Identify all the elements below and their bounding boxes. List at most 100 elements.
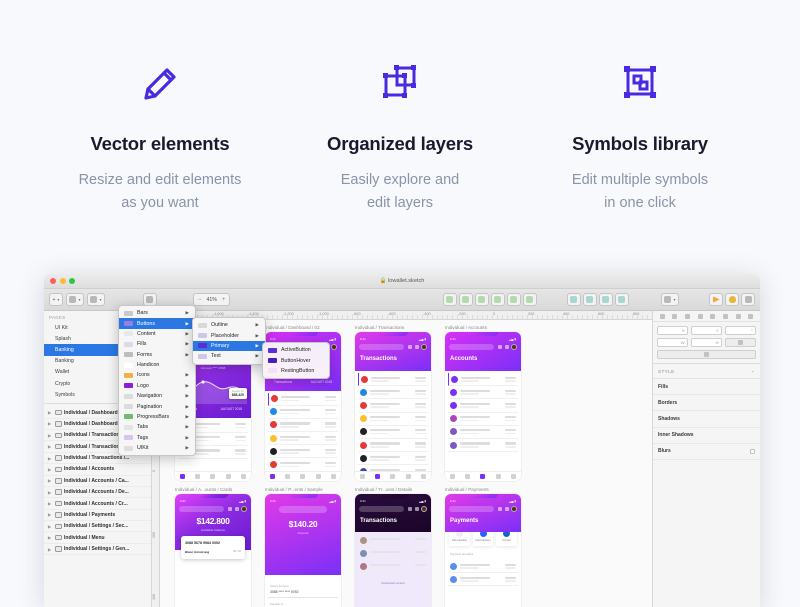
width-field[interactable]: W [657, 338, 688, 347]
distribute-vertical-icon[interactable] [748, 314, 753, 319]
menu-item-content[interactable]: Content▶ [119, 329, 195, 339]
disclosure-triangle-icon[interactable]: ▶ [48, 421, 52, 426]
menu-item-tabs[interactable]: Tabs▶ [119, 422, 195, 432]
list-item[interactable] [448, 373, 518, 386]
submenu-item-outline[interactable]: Outline▶ [193, 320, 265, 330]
menu-item-forms[interactable]: Forms▶ [119, 350, 195, 360]
tab-cards-icon[interactable] [390, 474, 395, 479]
avatar[interactable] [331, 344, 337, 350]
artboard-label[interactable]: Individual / Transactions [355, 325, 431, 330]
list-item[interactable] [268, 419, 338, 432]
list-item[interactable] [268, 432, 338, 445]
artboard-phone[interactable]: 9:41▂▄ ▮$142.800Available balance3088 56… [175, 494, 251, 607]
avatar[interactable] [511, 506, 517, 512]
rotation-field[interactable]: ° [725, 326, 756, 335]
union-button[interactable] [443, 293, 457, 306]
settings-button[interactable]: ▾ [87, 293, 105, 306]
list-item[interactable] [448, 413, 518, 426]
artboard-phone[interactable]: 9:41▂▄ ▮$140.20AmountSelect account3088 … [265, 494, 341, 607]
list-item[interactable] [268, 445, 338, 458]
list-item[interactable] [448, 573, 518, 586]
list-item[interactable] [358, 534, 428, 547]
layer-item[interactable]: ▶Individual / Accounts / Cr... [44, 498, 151, 509]
style-section-header[interactable]: STYLE ⌄ [653, 364, 760, 379]
section-action[interactable]: AUGUST 2018 [221, 407, 242, 411]
disclosure-triangle-icon[interactable]: ▶ [48, 433, 52, 438]
payment-type-pill[interactable] [279, 506, 327, 513]
insert-button[interactable]: +▾ [49, 293, 63, 306]
menu-item-navigation[interactable]: Navigation▶ [119, 391, 195, 401]
menu-item-fills[interactable]: Fills▶ [119, 339, 195, 349]
list-item[interactable] [448, 560, 518, 573]
submenu-item-text[interactable]: Text▶ [193, 351, 265, 361]
avatar[interactable] [421, 506, 427, 512]
layer-item[interactable]: ▶Individual / Settings / Sec... [44, 521, 151, 532]
align-left-icon[interactable] [660, 314, 665, 319]
list-item[interactable] [268, 458, 338, 471]
context-menu-level-3[interactable]: ActiveButtonButtonHoverRestingButton [262, 342, 330, 379]
layer-item[interactable]: ▶Individual / Payments [44, 510, 151, 521]
inspector-item-blurs[interactable]: Blurs [653, 444, 760, 460]
edit-button[interactable] [523, 293, 537, 306]
layer-item[interactable]: ▶Individual / Settings / Gen... [44, 544, 151, 555]
disclosure-triangle-icon[interactable]: ▶ [48, 524, 52, 529]
tab-cards-icon[interactable] [210, 474, 215, 479]
list-item[interactable] [358, 386, 428, 399]
tab-home-icon[interactable] [450, 474, 455, 479]
list-item[interactable] [268, 406, 338, 419]
ungroup-button[interactable] [583, 293, 597, 306]
artboard-label[interactable]: Individual / Accounts [445, 325, 521, 330]
cloud-button[interactable] [725, 293, 739, 306]
submenu-item-primary[interactable]: Primary▶ [193, 341, 265, 351]
disclosure-triangle-icon[interactable]: ▶ [48, 456, 52, 461]
list-item[interactable] [358, 413, 428, 426]
mask-button[interactable] [507, 293, 521, 306]
tab-home-icon[interactable] [270, 474, 275, 479]
search-input[interactable] [359, 344, 404, 350]
disclosure-triangle-icon[interactable]: ▶ [48, 490, 52, 495]
tab-more-icon[interactable] [421, 474, 426, 479]
difference-button[interactable] [491, 293, 505, 306]
flip-button[interactable] [657, 350, 756, 359]
disclosure-triangle-icon[interactable]: ▶ [48, 501, 52, 506]
tab-home-icon[interactable] [180, 474, 185, 479]
inspector-item-fills[interactable]: Fills [653, 379, 760, 395]
tab-bar[interactable] [445, 471, 521, 481]
tab-more-icon[interactable] [241, 474, 246, 479]
artboard-label[interactable]: Individual / P...ents / Sample [265, 487, 341, 492]
bell-icon[interactable] [408, 345, 412, 349]
artboard[interactable]: Individual / A...ounts / Cards 9:41▂▄ ▮$1… [175, 487, 251, 607]
y-field[interactable]: Y [691, 326, 722, 335]
tab-stats-icon[interactable] [316, 474, 321, 479]
layer-item[interactable]: ▶Individual / Accounts [44, 464, 151, 475]
inspector-item-inner-shadows[interactable]: Inner Shadows [653, 428, 760, 444]
symbol-item-buttonhover[interactable]: ButtonHover [263, 355, 329, 365]
lock-aspect-button[interactable] [725, 338, 756, 347]
layer-item[interactable]: ▶Individual / Accounts / Ca... [44, 476, 151, 487]
align-bottom-icon[interactable] [736, 314, 741, 319]
disclosure-triangle-icon[interactable]: ▶ [48, 444, 52, 449]
artboard-phone[interactable]: 9:41▂▄ ▮Transactions [355, 332, 431, 481]
disclosure-triangle-icon[interactable]: ▶ [48, 512, 52, 517]
submenu-item-placeholder[interactable]: Placeholder▶ [193, 330, 265, 340]
distribute-horizontal-icon[interactable] [698, 314, 703, 319]
artboard-label[interactable]: Individual / A...ounts / Cards [175, 487, 251, 492]
artboard-phone[interactable]: 9:41▂▄ ▮PaymentsOwn transfersCard transf… [445, 494, 521, 607]
tab-transfer-icon[interactable] [285, 474, 290, 479]
avatar[interactable] [241, 506, 247, 512]
zoom-in-button[interactable]: + [222, 297, 226, 303]
artboard-label[interactable]: Individual / Tr...ions / Details [355, 487, 431, 492]
align-top-icon[interactable] [710, 314, 715, 319]
checkbox[interactable] [750, 449, 755, 454]
disclosure-triangle-icon[interactable]: ▶ [48, 410, 52, 415]
search-input[interactable] [449, 506, 494, 512]
disclosure-triangle-icon[interactable]: ▶ [48, 478, 52, 483]
bell-icon[interactable] [228, 507, 232, 511]
align-center-horizontal-icon[interactable] [672, 314, 677, 319]
menu-item-logo[interactable]: Logo▶ [119, 381, 195, 391]
inspector-item-shadows[interactable]: Shadows [653, 411, 760, 427]
artboard-label[interactable]: Individual / Payments [445, 487, 521, 492]
tab-bar[interactable] [265, 471, 341, 481]
list-item[interactable] [268, 393, 338, 406]
tab-transfer-icon[interactable] [195, 474, 200, 479]
